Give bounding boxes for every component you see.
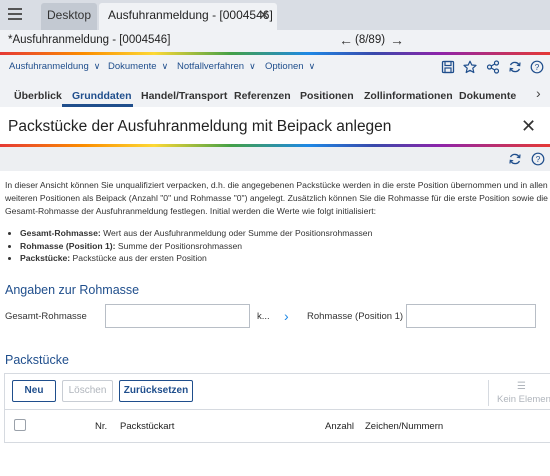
save-icon[interactable] (441, 60, 455, 74)
bullet-term: Packstücke: (20, 253, 71, 263)
chevron-down-icon: ∨ (308, 61, 316, 71)
menu-ausfuhranmeldung[interactable]: Ausfuhranmeldung ∨ (9, 61, 100, 72)
column-header-nr[interactable]: Nr. (95, 421, 107, 432)
tab-positionen[interactable]: Positionen (300, 90, 354, 102)
no-element-label: Kein Element (497, 394, 550, 405)
menu-notfallverfahren[interactable]: Notfallverfahren ∨ (177, 61, 256, 72)
chevron-right-icon[interactable]: › (284, 308, 289, 324)
bullet-term: Rohmasse (Position 1): (20, 240, 116, 251)
dialog-header: Packstücke der Ausfuhranmeldung mit Beip… (0, 107, 550, 145)
list-item: Packstücke: Packstücke aus der ersten Po… (20, 252, 372, 265)
rohmasse-position1-input[interactable] (406, 304, 536, 328)
tab-dokumente[interactable]: Dokumente (459, 90, 516, 102)
intro-line: Gesamt-Rohmasse der Ausfuhranmeldung fes… (5, 206, 376, 216)
chevron-right-icon[interactable]: › (536, 85, 541, 101)
list-item: Gesamt-Rohmasse: Wert aus der Ausfuhranm… (20, 227, 372, 240)
tab-label: Ausfuhranmeldung - [0004546] (108, 8, 273, 22)
list-item: Rohmasse (Position 1): Summe der Positio… (20, 240, 372, 253)
menu-bar: Ausfuhranmeldung ∨ Dokumente ∨ Notfallverf… (0, 55, 550, 80)
refresh-icon[interactable] (508, 152, 522, 166)
dialog-title: Packstücke der Ausfuhranmeldung mit Beip… (8, 118, 392, 135)
tab-ueberblick[interactable]: Überblick (14, 90, 62, 102)
tab-zollinformationen[interactable]: Zollinformationen (364, 90, 453, 102)
intro-text: In dieser Ansicht können Sie unqualifizi… (5, 179, 550, 218)
unit-label: k... (257, 311, 270, 322)
bullet-text: Summe der Positionsrohmassen (115, 240, 243, 251)
share-icon[interactable] (486, 60, 500, 74)
menu-label: Ausfuhranmeldung (9, 61, 89, 72)
tab-handel-transport[interactable]: Handel/Transport (141, 90, 227, 102)
grid-header-divider (5, 409, 550, 410)
menu-label: Notfallverfahren (177, 61, 245, 72)
svg-text:?: ? (535, 62, 540, 72)
no-element-indicator: ☰ Kein Element (488, 380, 550, 406)
column-header-zeichen-nummern[interactable]: Zeichen/Nummern (365, 421, 443, 432)
help-icon[interactable]: ? (530, 60, 544, 74)
hamburger-menu-icon[interactable] (8, 8, 22, 20)
star-icon[interactable] (463, 60, 477, 74)
tab-desktop[interactable]: Desktop (41, 3, 97, 30)
rohmasse-section-title: Angaben zur Rohmasse (5, 283, 140, 297)
close-tab-icon[interactable]: ✕ (259, 3, 269, 28)
help-icon[interactable]: ? (531, 152, 545, 166)
window-tab-bar: Desktop Ausfuhranmeldung - [0004546] ✕ (0, 0, 550, 30)
menu-label: Optionen (265, 61, 304, 72)
svg-text:?: ? (536, 154, 541, 164)
gesamt-rohmasse-label: Gesamt-Rohmasse (5, 311, 87, 322)
intro-line: In dieser Ansicht können Sie unqualifizi… (5, 180, 548, 190)
intro-line: weiteren Positionen als Beipack (Anzahl … (5, 193, 548, 203)
select-all-checkbox[interactable] (14, 419, 26, 431)
bullet-text: Wert aus der Ausfuhranmeldung oder Summe… (100, 228, 373, 238)
bullet-text: Packstücke aus der ersten Position (70, 253, 207, 263)
reset-button[interactable]: Zurücksetzen (119, 380, 193, 402)
arrow-right-icon[interactable]: → (390, 32, 404, 48)
dialog-toolbar: ? (0, 147, 550, 171)
close-icon[interactable]: ✕ (521, 116, 536, 137)
document-title-bar: *Ausfuhranmeldung - [0004546] ← (8/89) → (0, 30, 550, 53)
column-header-packstueckart[interactable]: Packstückart (120, 421, 174, 432)
menu-dokumente[interactable]: Dokumente ∨ (108, 61, 168, 72)
tab-ausfuhranmeldung[interactable]: Ausfuhranmeldung - [0004546] ✕ (99, 3, 277, 30)
bullet-term: Gesamt-Rohmasse: (20, 228, 101, 238)
column-header-anzahl[interactable]: Anzahl (325, 421, 354, 432)
chevron-down-icon: ∨ (161, 61, 169, 71)
new-button[interactable]: Neu (12, 380, 56, 402)
arrow-left-icon[interactable]: ← (339, 32, 353, 48)
tab-grunddaten[interactable]: Grunddaten (72, 90, 132, 102)
record-position: (8/89) (355, 34, 386, 46)
gesamt-rohmasse-input[interactable] (105, 304, 250, 328)
initial-values-list: Gesamt-Rohmasse: Wert aus der Ausfuhranm… (20, 227, 372, 265)
menu-label: Dokumente (108, 61, 157, 72)
document-title: *Ausfuhranmeldung - [0004546] (8, 34, 171, 46)
chevron-down-icon: ∨ (93, 61, 101, 71)
menu-optionen[interactable]: Optionen ∨ (265, 61, 315, 72)
refresh-icon[interactable] (508, 60, 522, 74)
list-icon: ☰ (517, 381, 526, 392)
section-tabs: Überblick Grunddaten Handel/Transport Re… (0, 80, 550, 107)
rohmasse-position1-label: Rohmasse (Position 1) (307, 311, 404, 322)
chevron-down-icon: ∨ (249, 61, 256, 71)
tab-referenzen[interactable]: Referenzen (234, 90, 291, 102)
packstuecke-section-title: Packstücke (5, 353, 69, 367)
delete-button[interactable]: Löschen (62, 380, 113, 402)
